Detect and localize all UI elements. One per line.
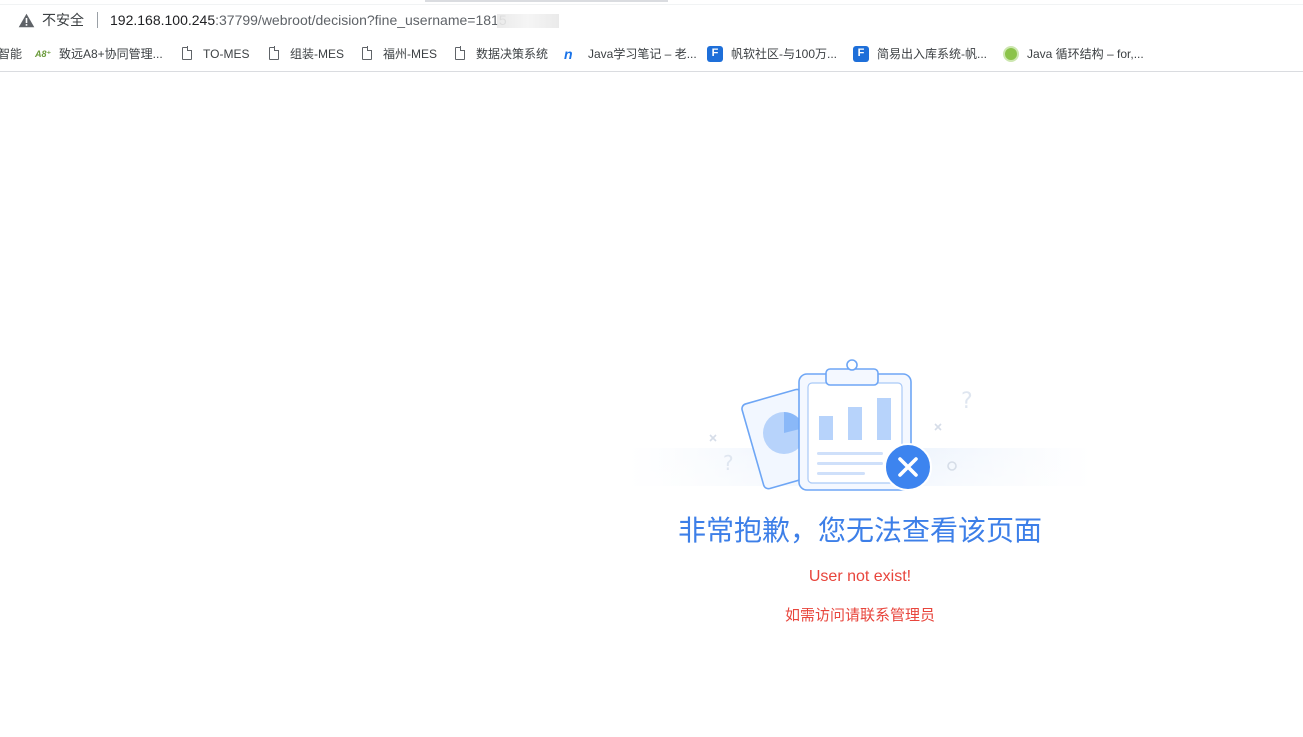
url-host: 192.168.100.245	[110, 12, 216, 28]
bookmark-label: 致远A8+协同管理...	[59, 47, 163, 61]
error-hint: 如需访问请联系管理员	[784, 607, 935, 624]
bookmark-item[interactable]: 组装-MES	[266, 36, 344, 71]
bookmark-label: 简易出入库系统-帆...	[877, 47, 987, 61]
no-access-illustration: ? ?	[629, 359, 1091, 491]
bookmark-item[interactable]: F 帆软社区-与100万...	[707, 36, 837, 71]
fanruan-logo-icon: F	[707, 45, 723, 62]
error-message: User not exist!	[808, 568, 912, 585]
bookmark-item[interactable]: 数据决策系统	[452, 36, 548, 71]
bookmark-label: 智能	[0, 47, 23, 61]
bookmark-label: Java学习笔记 – 老...	[588, 47, 697, 61]
page-icon	[359, 46, 375, 62]
n-logo-icon: n	[564, 45, 573, 62]
page-icon	[266, 46, 282, 62]
bookmark-label: TO-MES	[203, 46, 250, 61]
bookmark-item[interactable]: TO-MES	[179, 36, 249, 71]
bookmark-item[interactable]: A8⁺ 致远A8+协同管理...	[35, 36, 163, 71]
bookmark-item[interactable]: n Java学习笔记 – 老...	[564, 36, 697, 71]
bookmark-label: 帆软社区-与100万...	[731, 47, 838, 61]
omnibox[interactable]: 不安全 192.168.100.245:37799/webroot/decisi…	[0, 5, 1303, 36]
svg-text:?: ?	[961, 389, 973, 414]
error-title: 非常抱歉，您无法查看该页面	[677, 515, 1042, 546]
svg-text:?: ?	[723, 451, 734, 475]
page-icon	[179, 46, 195, 62]
bookmarks-bar: 智能 A8⁺ 致远A8+协同管理... TO-MES 组装-MES 福州-MES…	[0, 36, 1303, 72]
url-text[interactable]: 192.168.100.245:37799/webroot/decision?f…	[110, 11, 507, 30]
bookmark-item[interactable]: 智能	[0, 36, 22, 71]
bookmark-label: 数据决策系统	[476, 47, 549, 61]
bookmark-label: Java 循环结构 – for,...	[1027, 47, 1144, 61]
omnibox-divider	[97, 12, 98, 28]
tab-strip	[0, 0, 1303, 4]
security-status-label[interactable]: 不安全	[42, 11, 84, 30]
address-bar: 不安全 192.168.100.245:37799/webroot/decisi…	[0, 0, 1303, 38]
url-redaction-blur	[497, 14, 559, 28]
bookmark-item[interactable]: 福州-MES	[359, 36, 437, 71]
runoob-logo-icon	[1003, 45, 1019, 62]
bookmark-label: 福州-MES	[383, 47, 438, 61]
bookmark-label: 组装-MES	[290, 47, 345, 61]
warning-icon[interactable]	[18, 13, 35, 28]
url-path: :37799/webroot/decision?fine_username=18…	[215, 12, 507, 28]
bookmark-item[interactable]: F 简易出入库系统-帆...	[853, 36, 987, 71]
fanruan-logo-icon: F	[853, 45, 869, 62]
a8-logo-icon: A8⁺	[35, 48, 52, 59]
bookmark-item[interactable]: Java 循环结构 – for,...	[1003, 36, 1144, 71]
page-icon	[452, 46, 468, 62]
